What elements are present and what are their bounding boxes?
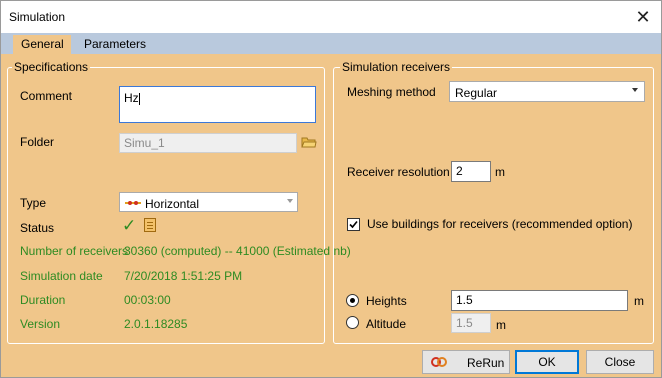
duration-value: 00:03:00 <box>124 293 171 307</box>
chevron-down-icon <box>287 199 293 203</box>
folder-browse-button[interactable] <box>301 135 317 149</box>
receivers-count-value: 30360 (computed) -- 41000 (Estimated nb) <box>124 244 351 258</box>
use-buildings-checkbox[interactable] <box>347 218 360 231</box>
tab-strip: General Parameters <box>1 33 661 54</box>
comment-value: Hz <box>124 91 139 105</box>
specifications-group-title: Specifications <box>12 60 91 74</box>
receivers-count-label: Number of receivers <box>20 244 129 258</box>
receiver-resolution-label: Receiver resolution <box>347 165 450 179</box>
close-window-button[interactable]: ✕ <box>625 1 661 33</box>
heights-value: 1.5 <box>456 293 473 307</box>
resolution-unit: m <box>495 165 505 179</box>
altitude-label: Altitude <box>366 317 407 331</box>
chevron-down-icon <box>632 88 638 92</box>
receiver-resolution-value: 2 <box>456 164 463 178</box>
receiver-resolution-input[interactable]: 2 <box>451 161 491 182</box>
altitude-input[interactable]: 1.5 <box>451 313 491 333</box>
heights-unit: m <box>634 294 644 308</box>
heights-label: Heights <box>366 294 407 308</box>
comment-label: Comment <box>20 89 73 103</box>
rerun-button[interactable]: ReRun <box>422 350 510 374</box>
folder-icon <box>301 137 317 148</box>
close-label: Close <box>604 355 636 369</box>
folder-field[interactable]: Simu_1 <box>119 133 297 153</box>
heights-radio[interactable] <box>346 294 359 307</box>
ok-button[interactable]: OK <box>515 350 579 374</box>
duration-label: Duration <box>20 293 66 307</box>
folder-label: Folder <box>20 135 55 149</box>
simulation-date-label: Simulation date <box>20 269 103 283</box>
meshing-method-label: Meshing method <box>347 85 436 99</box>
tab-general[interactable]: General <box>13 35 71 54</box>
ok-label: OK <box>538 355 556 369</box>
meshing-method-select[interactable]: Regular <box>449 81 645 102</box>
horizontal-icon <box>125 201 141 205</box>
close-button[interactable]: Close <box>586 350 654 374</box>
tab-parameters-label: Parameters <box>84 37 147 51</box>
checkmark-icon: ✓ <box>122 216 137 235</box>
title-bar: Simulation ✕ <box>1 1 661 33</box>
folder-value: Simu_1 <box>124 136 165 150</box>
simulation-date-value: 7/20/2018 1:51:25 PM <box>124 269 243 283</box>
receivers-group-title: Simulation receivers <box>340 60 453 74</box>
version-label: Version <box>20 317 61 331</box>
rerun-icon <box>431 357 447 367</box>
status-label: Status <box>20 221 55 235</box>
window-title: Simulation <box>9 10 66 24</box>
type-label: Type <box>20 196 47 210</box>
version-value: 2.0.1.18285 <box>124 317 188 331</box>
text-caret <box>138 92 140 105</box>
comment-field[interactable]: Hz <box>119 86 316 123</box>
checkmark-icon <box>349 220 358 229</box>
altitude-radio[interactable] <box>346 316 359 329</box>
tab-general-label: General <box>21 37 64 51</box>
type-value: Horizontal <box>145 197 200 211</box>
simulation-dialog: Simulation ✕ General Parameters Specific… <box>0 0 662 378</box>
rerun-label: ReRun <box>467 356 505 370</box>
meshing-method-value: Regular <box>455 86 498 100</box>
altitude-unit: m <box>496 318 506 332</box>
close-icon: ✕ <box>635 6 651 27</box>
heights-input[interactable]: 1.5 <box>451 290 628 311</box>
type-select[interactable]: Horizontal <box>119 192 298 212</box>
tab-parameters[interactable]: Parameters <box>76 35 154 54</box>
radio-selected-dot <box>350 298 355 303</box>
altitude-value: 1.5 <box>456 316 473 330</box>
use-buildings-label: Use buildings for receivers (recommended… <box>367 217 633 231</box>
report-icon[interactable] <box>144 218 156 232</box>
